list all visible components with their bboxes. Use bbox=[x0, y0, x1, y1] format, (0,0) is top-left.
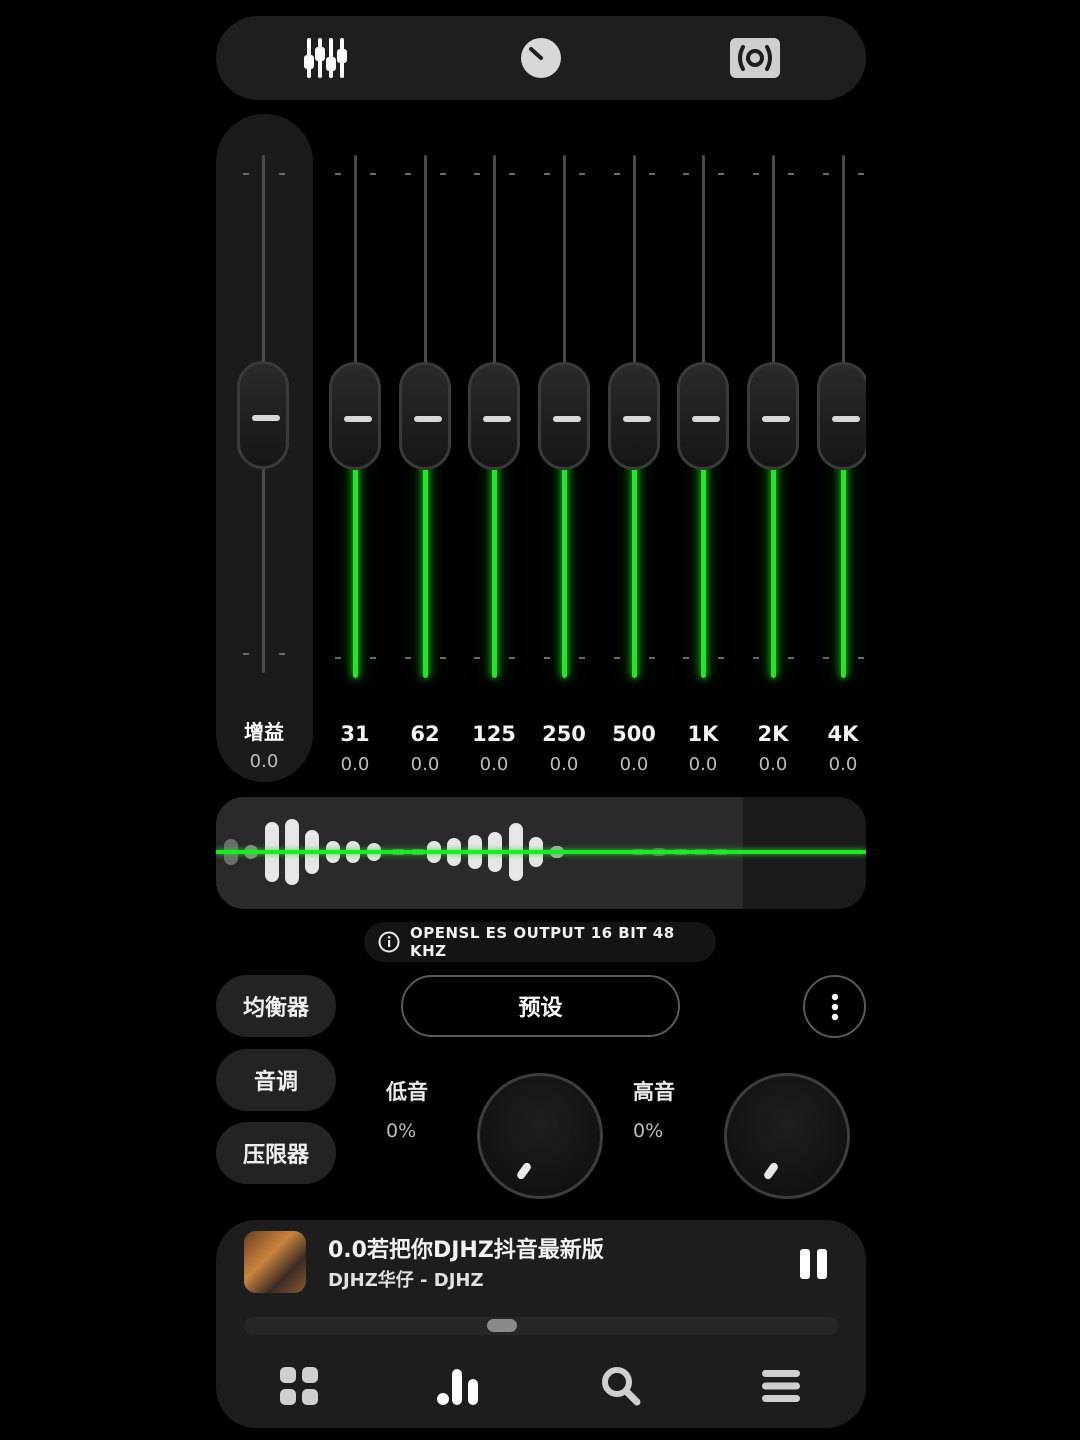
scale-tick bbox=[474, 657, 480, 659]
info-icon[interactable] bbox=[378, 931, 400, 953]
treble-label: 高音 bbox=[633, 1080, 675, 1104]
scale-tick bbox=[544, 657, 550, 659]
audio-output-info: OPENSL ES OUTPUT 16 BIT 48 KHZ bbox=[364, 922, 716, 962]
band-value: 0.0 bbox=[828, 754, 858, 775]
scale-tick bbox=[405, 657, 411, 659]
scale-tick bbox=[370, 173, 376, 175]
limiter-tab-button[interactable]: 压限器 bbox=[216, 1122, 336, 1184]
scale-tick bbox=[370, 657, 376, 659]
waveform-seekbar[interactable] bbox=[216, 797, 866, 909]
band-frequency-label: 1K bbox=[687, 722, 719, 746]
scale-tick bbox=[649, 173, 655, 175]
bass-value: 0% bbox=[386, 1120, 417, 1142]
band-slider-handle[interactable] bbox=[329, 362, 381, 470]
bass-label: 低音 bbox=[386, 1080, 428, 1104]
pause-icon bbox=[800, 1249, 827, 1279]
band-slider-handle[interactable] bbox=[817, 362, 866, 470]
band-slider-handle[interactable] bbox=[747, 362, 799, 470]
equalizer-bars-icon[interactable] bbox=[436, 1362, 484, 1410]
band-value: 0.0 bbox=[479, 754, 509, 775]
scale-tick bbox=[579, 173, 585, 175]
band-frequency-label: 250 bbox=[542, 722, 586, 746]
scale-tick bbox=[544, 173, 550, 175]
band-value: 0.0 bbox=[758, 754, 788, 775]
treble-knob[interactable] bbox=[724, 1073, 850, 1199]
album-art[interactable] bbox=[244, 1231, 306, 1293]
band-frequency-label: 125 bbox=[472, 722, 516, 746]
equalizer-tab-button[interactable]: 均衡器 bbox=[216, 975, 336, 1037]
scale-tick bbox=[823, 657, 829, 659]
band-value: 0.0 bbox=[619, 754, 649, 775]
band-slider-handle[interactable] bbox=[608, 362, 660, 470]
scale-tick bbox=[753, 173, 759, 175]
bass-knob-indicator bbox=[515, 1161, 533, 1181]
band-value: 0.0 bbox=[410, 754, 440, 775]
scale-tick bbox=[614, 173, 620, 175]
band-slider-handle[interactable] bbox=[677, 362, 729, 470]
song-artist: DJHZ华仔 - DJHZ bbox=[328, 1270, 484, 1291]
bass-knob[interactable] bbox=[477, 1073, 603, 1199]
pause-button[interactable] bbox=[796, 1246, 832, 1282]
treble-value: 0% bbox=[633, 1120, 664, 1142]
scale-tick bbox=[683, 173, 689, 175]
band-slider-handle[interactable] bbox=[399, 362, 451, 470]
scale-tick bbox=[405, 173, 411, 175]
grid-icon[interactable] bbox=[275, 1362, 323, 1410]
more-options-button[interactable] bbox=[803, 975, 866, 1038]
band-frequency-label: 62 bbox=[410, 722, 440, 746]
scale-tick bbox=[788, 173, 794, 175]
song-title: 0.0若把你DJHZ抖音最新版 bbox=[328, 1238, 604, 1263]
band-slider-handle[interactable] bbox=[538, 362, 590, 470]
tone-tab-button[interactable]: 音调 bbox=[216, 1049, 336, 1111]
band-slider-handle[interactable] bbox=[468, 362, 520, 470]
band-value: 0.0 bbox=[549, 754, 579, 775]
band-frequency-label: 2K bbox=[757, 722, 789, 746]
band-value: 0.0 bbox=[688, 754, 718, 775]
scale-tick bbox=[474, 173, 480, 175]
scale-tick bbox=[614, 657, 620, 659]
preset-button[interactable]: 预设 bbox=[401, 975, 680, 1037]
band-frequency-label: 500 bbox=[612, 722, 656, 746]
band-frequency-label: 4K bbox=[827, 722, 859, 746]
waveform-center-line bbox=[216, 850, 866, 854]
scale-tick bbox=[579, 657, 585, 659]
scale-tick bbox=[440, 173, 446, 175]
band-value: 0.0 bbox=[340, 754, 370, 775]
scale-tick bbox=[753, 657, 759, 659]
scale-tick bbox=[509, 173, 515, 175]
scale-tick bbox=[718, 173, 724, 175]
more-vertical-icon bbox=[831, 993, 838, 1020]
equalizer-bands: 31 0.0 62 0.0 125 0.0 250 0.0 500 0.0 1K 0.0 2K 0.0 4K… bbox=[0, 0, 866, 800]
scale-tick bbox=[335, 657, 341, 659]
progress-thumb[interactable] bbox=[487, 1319, 517, 1332]
scale-tick bbox=[858, 173, 864, 175]
search-icon[interactable] bbox=[597, 1362, 645, 1410]
playback-progress-bar[interactable] bbox=[244, 1317, 838, 1335]
scale-tick bbox=[509, 657, 515, 659]
scale-tick bbox=[788, 657, 794, 659]
scale-tick bbox=[823, 173, 829, 175]
scale-tick bbox=[683, 657, 689, 659]
scale-tick bbox=[335, 173, 341, 175]
scale-tick bbox=[718, 657, 724, 659]
scale-tick bbox=[440, 657, 446, 659]
scale-tick bbox=[649, 657, 655, 659]
scale-tick bbox=[858, 657, 864, 659]
output-format-text: OPENSL ES OUTPUT 16 BIT 48 KHZ bbox=[410, 924, 675, 960]
band-frequency-label: 31 bbox=[340, 722, 370, 746]
menu-icon[interactable] bbox=[757, 1362, 805, 1410]
treble-knob-indicator bbox=[762, 1161, 780, 1181]
